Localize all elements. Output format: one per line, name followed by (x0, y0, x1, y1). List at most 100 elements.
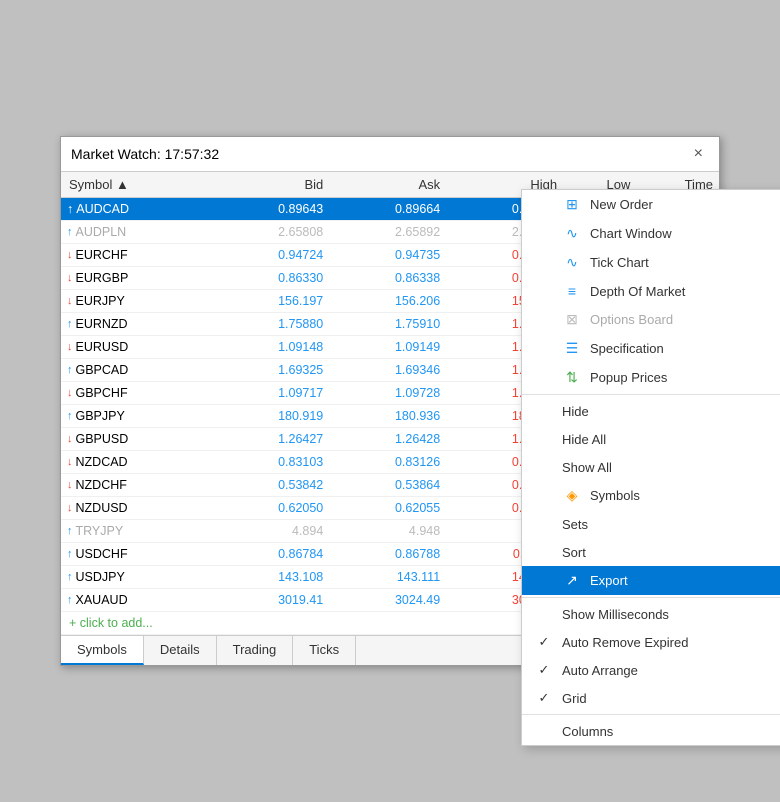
cell-bid: 3019.41 (212, 589, 329, 612)
menu-item-symbols[interactable]: ◈SymbolsCtrl+U (522, 481, 780, 510)
cell-ask: 0.53864 (329, 474, 446, 497)
cell-bid: 0.89643 (212, 198, 329, 221)
cell-bid: 0.62050 (212, 497, 329, 520)
menu-shortcut: Ctrl+U (774, 489, 780, 503)
menu-item-label: Auto Remove Expired (562, 635, 688, 650)
menu-item-sort[interactable]: Sort▶ (522, 538, 780, 566)
menu-item-show-all[interactable]: Show All (522, 453, 780, 481)
tab-symbols[interactable]: Symbols (61, 636, 144, 665)
cell-ask: 4.948 (329, 520, 446, 543)
cell-bid: 0.83103 (212, 451, 329, 474)
col-ask[interactable]: Ask (329, 172, 446, 198)
symbol-name: EURCHF (76, 248, 128, 262)
menu-item-hide[interactable]: HideDelete (522, 397, 780, 425)
cell-symbol: ↑ USDCHF (61, 543, 212, 566)
cell-ask: 180.936 (329, 405, 446, 428)
symbol-name: NZDCAD (76, 455, 128, 469)
arrow-up-icon: ↑ (67, 410, 73, 422)
cell-bid: 2.65808 (212, 221, 329, 244)
cell-bid: 156.197 (212, 290, 329, 313)
arrow-up-icon: ↑ (67, 548, 73, 560)
menu-item-columns[interactable]: Columns▶ (522, 717, 780, 745)
arrow-up-icon: ↑ (67, 318, 73, 330)
symbol-name: GBPCAD (76, 363, 129, 377)
menu-item-hide-all[interactable]: Hide All (522, 425, 780, 453)
menu-icon: ⇅ (562, 369, 582, 386)
arrow-up-icon: ↑ (67, 594, 73, 606)
cell-bid: 1.75880 (212, 313, 329, 336)
arrow-down-icon: ↓ (67, 249, 73, 261)
menu-item-label: Grid (562, 691, 587, 706)
col-bid[interactable]: Bid (212, 172, 329, 198)
menu-item-chart-window[interactable]: ∿Chart Window (522, 219, 780, 248)
menu-item-label: Tick Chart (590, 255, 649, 270)
symbol-name: EURJPY (76, 294, 125, 308)
menu-icon: ≡ (562, 283, 582, 299)
arrow-up-icon: ↑ (67, 525, 73, 537)
cell-ask: 143.111 (329, 566, 446, 589)
cell-symbol: ↑ GBPCAD (61, 359, 212, 382)
cell-ask: 0.62055 (329, 497, 446, 520)
menu-item-auto-arrange[interactable]: ✓Auto Arrange (522, 656, 780, 684)
cell-symbol: ↓ EURCHF (61, 244, 212, 267)
tab-ticks[interactable]: Ticks (293, 636, 356, 665)
cell-ask: 1.09728 (329, 382, 446, 405)
cell-ask: 1.09149 (329, 336, 446, 359)
close-button[interactable]: × (688, 143, 709, 165)
cell-symbol: ↑ EURNZD (61, 313, 212, 336)
menu-item-label: Depth Of Market (590, 284, 685, 299)
arrow-up-icon: ↑ (67, 571, 73, 583)
menu-separator (522, 714, 780, 715)
menu-item-label: Show All (562, 460, 612, 475)
menu-icon: ↗ (562, 572, 582, 589)
menu-item-depth-of-market[interactable]: ≡Depth Of MarketAlt+B (522, 277, 780, 305)
menu-item-grid[interactable]: ✓Grid (522, 684, 780, 712)
menu-item-show-milliseconds[interactable]: Show Milliseconds (522, 600, 780, 628)
cell-symbol: ↓ EURGBP (61, 267, 212, 290)
menu-item-popup-prices[interactable]: ⇅Popup PricesF10 (522, 363, 780, 392)
symbol-name: GBPJPY (76, 409, 125, 423)
cell-ask: 0.83126 (329, 451, 446, 474)
window-title: Market Watch: 17:57:32 (71, 146, 219, 162)
arrow-down-icon: ↓ (67, 341, 73, 353)
symbol-name: EURNZD (76, 317, 128, 331)
arrow-up-icon: ↑ (67, 202, 73, 216)
menu-checkmark: ✓ (534, 634, 554, 650)
cell-ask: 156.206 (329, 290, 446, 313)
arrow-down-icon: ↓ (67, 387, 73, 399)
tab-trading[interactable]: Trading (217, 636, 294, 665)
col-symbol[interactable]: Symbol ▲ (61, 172, 212, 198)
symbol-name: EURGBP (76, 271, 129, 285)
symbol-name: NZDUSD (76, 501, 128, 515)
menu-item-export[interactable]: ↗Export (522, 566, 780, 595)
cell-bid: 1.26427 (212, 428, 329, 451)
menu-item-label: Popup Prices (590, 370, 667, 385)
market-watch-window: Market Watch: 17:57:32 × Symbol ▲ Bid As… (60, 136, 720, 666)
cell-bid: 0.53842 (212, 474, 329, 497)
arrow-down-icon: ↓ (67, 456, 73, 468)
menu-item-label: New Order (590, 197, 653, 212)
menu-icon: ∿ (562, 254, 582, 271)
menu-separator (522, 597, 780, 598)
menu-item-label: Columns (562, 724, 613, 739)
tab-details[interactable]: Details (144, 636, 217, 665)
menu-item-specification[interactable]: ☰Specification (522, 334, 780, 363)
cell-symbol: ↑ TRYJPY (61, 520, 212, 543)
cell-ask: 0.86338 (329, 267, 446, 290)
menu-item-auto-remove-expired[interactable]: ✓ Auto Remove Expired (522, 628, 780, 656)
cell-bid: 0.94724 (212, 244, 329, 267)
cell-bid: 1.09717 (212, 382, 329, 405)
cell-ask: 3024.49 (329, 589, 446, 612)
cell-symbol: ↓ GBPUSD (61, 428, 212, 451)
symbol-name: GBPUSD (76, 432, 129, 446)
arrow-up-icon: ↑ (67, 364, 73, 376)
arrow-up-icon: ↑ (67, 226, 73, 238)
menu-icon: ∿ (562, 225, 582, 242)
menu-item-sets[interactable]: Sets▶ (522, 510, 780, 538)
cell-ask: 1.26428 (329, 428, 446, 451)
menu-item-tick-chart[interactable]: ∿ Tick Chart (522, 248, 780, 277)
menu-item-new-order[interactable]: ⊞New Order (522, 190, 780, 219)
cell-ask: 0.89664 (329, 198, 446, 221)
symbol-name: NZDCHF (76, 478, 127, 492)
cell-bid: 0.86330 (212, 267, 329, 290)
